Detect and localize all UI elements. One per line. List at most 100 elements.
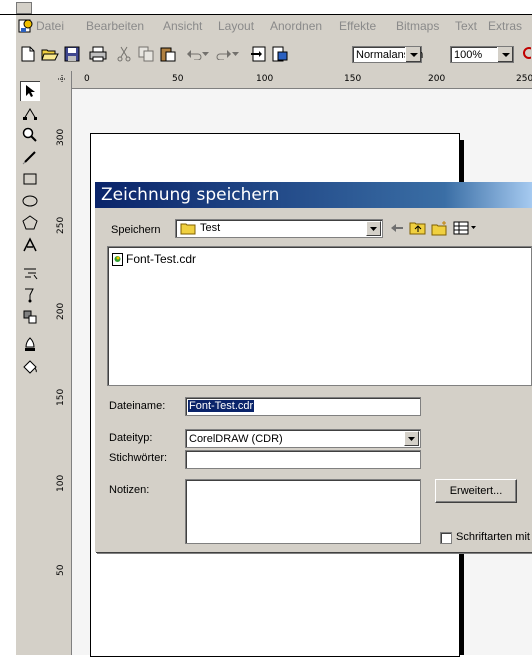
- new-folder-icon: [431, 221, 447, 236]
- toolbox: [16, 71, 55, 655]
- shape-node-icon: [23, 108, 37, 120]
- file-list[interactable]: Font-Test.cdr: [107, 246, 532, 386]
- zoom-icon: [523, 47, 531, 59]
- keywords-field[interactable]: [185, 450, 421, 469]
- ruler-label: 100: [56, 474, 66, 492]
- filename-value: Font-Test.cdr: [188, 400, 255, 412]
- copy-icon: [138, 46, 154, 62]
- menu-bearbeiten[interactable]: Bearbeiten: [86, 19, 144, 33]
- ruler-label: 200: [56, 302, 66, 320]
- window-title-strip: [0, 0, 532, 14]
- filetype-select[interactable]: CorelDRAW (CDR): [185, 429, 421, 448]
- new-document-icon: [21, 46, 35, 62]
- chevron-down-icon[interactable]: [366, 221, 381, 236]
- rectangle-icon: [23, 173, 37, 185]
- interactive-fill-tool[interactable]: [20, 307, 40, 327]
- floppy-disk-icon: [64, 46, 80, 62]
- menu-layout[interactable]: Layout: [218, 19, 254, 33]
- ruler-label: 250: [56, 216, 66, 234]
- import-icon: [251, 46, 266, 62]
- pick-tool[interactable]: [20, 81, 40, 101]
- menu-anordnen[interactable]: Anordnen: [270, 19, 322, 33]
- paste-button[interactable]: [158, 44, 178, 64]
- rectangle-tool[interactable]: [20, 169, 40, 189]
- keywords-label: Stichwörter:: [109, 452, 168, 464]
- shape-tool[interactable]: [20, 103, 40, 123]
- copy-button[interactable]: [136, 44, 156, 64]
- notes-label: Notizen:: [109, 484, 150, 496]
- text-a-icon: [23, 237, 37, 252]
- print-button[interactable]: [88, 44, 108, 64]
- undo-dropdown[interactable]: [200, 44, 210, 64]
- view-details-icon: [453, 221, 476, 235]
- embed-fonts-label: Schriftarten mit T: [456, 531, 532, 543]
- back-button[interactable]: [389, 220, 405, 236]
- pen-nib-icon: [25, 337, 35, 351]
- dialog-titlebar[interactable]: Zeichnung speichern: [95, 182, 532, 208]
- ruler-label: 150: [56, 388, 66, 406]
- eyedropper-tool[interactable]: [20, 285, 40, 305]
- ruler-label: 100: [256, 74, 274, 84]
- zoom-tool[interactable]: [20, 125, 40, 145]
- filename-field[interactable]: Font-Test.cdr: [185, 397, 421, 416]
- back-arrow-icon: [391, 224, 403, 232]
- save-in-select[interactable]: Test: [175, 219, 383, 238]
- cut-button[interactable]: [114, 44, 134, 64]
- open-folder-icon: [41, 49, 59, 61]
- chevron-down-icon[interactable]: [497, 47, 513, 62]
- cdr-file-icon: [112, 253, 123, 266]
- ellipse-tool[interactable]: [20, 191, 40, 211]
- dropdown-arrow-icon: [231, 52, 239, 56]
- export-icon: [272, 46, 288, 62]
- export-button[interactable]: [270, 44, 290, 64]
- ruler-label: 50: [172, 74, 184, 84]
- fill-tool[interactable]: [20, 357, 40, 377]
- chevron-down-icon[interactable]: [405, 47, 421, 62]
- freehand-tool[interactable]: [20, 147, 40, 167]
- menu-datei[interactable]: Datei: [36, 19, 64, 33]
- window-restore-icon[interactable]: [16, 2, 32, 14]
- menu-ansicht[interactable]: Ansicht: [163, 19, 202, 33]
- coreldraw-app-icon[interactable]: [18, 18, 34, 34]
- outline-tool[interactable]: [20, 335, 40, 355]
- zoom-value: 100%: [454, 49, 483, 61]
- horizontal-ruler[interactable]: 0 50 100 150 200 250: [54, 71, 532, 89]
- import-button[interactable]: [248, 44, 268, 64]
- printer-icon: [89, 46, 107, 62]
- embed-fonts-checkbox[interactable]: [440, 532, 452, 544]
- open-button[interactable]: [40, 44, 60, 64]
- interactive-fill-icon: [23, 310, 37, 324]
- file-name: Font-Test.cdr: [126, 252, 197, 266]
- up-one-level-button[interactable]: [409, 220, 427, 236]
- zoom-select[interactable]: 100%: [450, 46, 514, 63]
- ruler-label: 250: [516, 74, 532, 84]
- vertical-ruler[interactable]: 300 250 200 150 100 50: [54, 88, 72, 655]
- menu-extras[interactable]: Extras: [488, 19, 522, 33]
- interactive-blend-tool[interactable]: [20, 263, 40, 283]
- polygon-tool[interactable]: [20, 213, 40, 233]
- redo-dropdown[interactable]: [230, 44, 240, 64]
- arrow-pointer-icon: [26, 85, 35, 97]
- notes-field[interactable]: [185, 479, 421, 544]
- ruler-label: 300: [56, 128, 66, 146]
- new-folder-button[interactable]: [431, 220, 449, 236]
- menu-bitmaps[interactable]: Bitmaps: [396, 19, 439, 33]
- save-button[interactable]: [62, 44, 82, 64]
- chevron-down-icon[interactable]: [404, 431, 419, 446]
- zoom-tool-button[interactable]: [520, 44, 532, 64]
- menu-text[interactable]: Text: [455, 19, 477, 33]
- ruler-origin-corner[interactable]: [54, 71, 72, 89]
- text-tool[interactable]: [20, 235, 40, 255]
- paste-icon: [160, 47, 176, 62]
- freehand-pencil-icon: [22, 151, 36, 165]
- advanced-button[interactable]: Erweitert...: [435, 479, 517, 503]
- view-menu-button[interactable]: [453, 220, 477, 236]
- folder-icon: [180, 223, 196, 235]
- new-document-button[interactable]: [18, 44, 38, 64]
- blend-icon: [24, 268, 38, 280]
- ruler-label: 200: [428, 74, 446, 84]
- eyedropper-icon: [25, 288, 34, 303]
- view-mode-select[interactable]: Normalansich: [352, 46, 423, 63]
- ruler-label: 50: [56, 564, 66, 576]
- menu-effekte[interactable]: Effekte: [339, 19, 376, 33]
